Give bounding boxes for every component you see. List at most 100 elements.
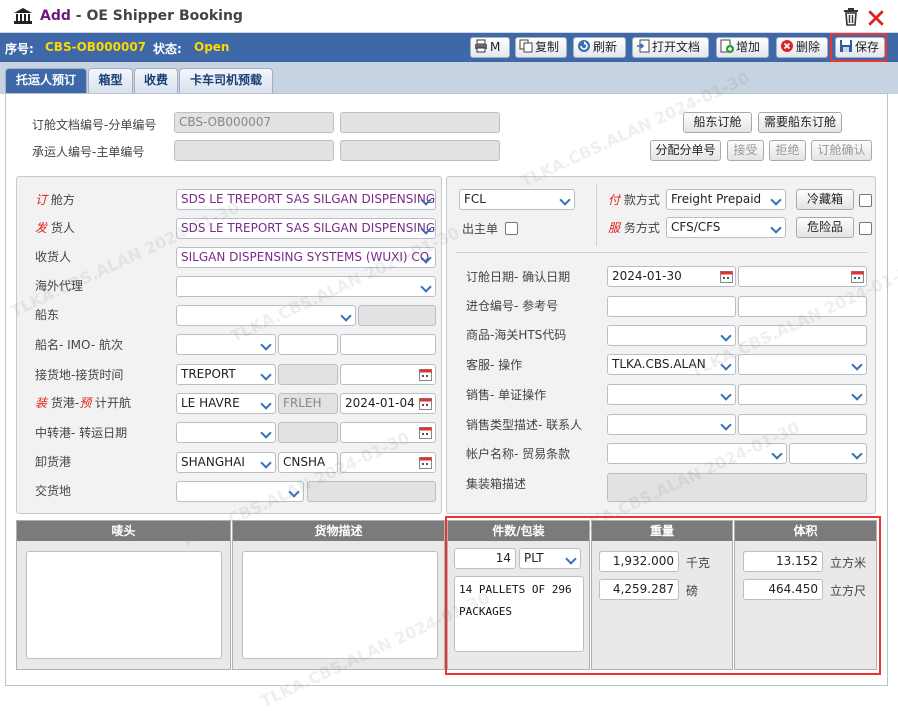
load-port-code-field[interactable]: FRLEH xyxy=(278,393,338,414)
transit-code-field[interactable] xyxy=(278,422,338,443)
calendar-icon[interactable] xyxy=(851,270,864,283)
sales-select[interactable] xyxy=(607,384,736,405)
booker-select[interactable]: SDS LE TREPORT SAS SILGAN DISPENSING xyxy=(176,189,436,210)
contact-field[interactable] xyxy=(738,414,867,435)
printer-icon xyxy=(475,39,487,53)
confirm-date-field[interactable] xyxy=(738,266,867,287)
commodity-label: 商品-海关HTS代码 xyxy=(466,328,567,342)
trash-icon[interactable] xyxy=(842,8,860,26)
overseas-agent-label: 海外代理 xyxy=(35,279,84,293)
divider xyxy=(456,252,868,253)
doc-operator-select[interactable] xyxy=(738,384,867,405)
load-port-label: 装 货港-预 计开航 xyxy=(35,396,132,410)
shipper-select[interactable]: SDS LE TREPORT SAS SILGAN DISPENSING xyxy=(176,218,436,239)
service-select[interactable]: CFS/CFS xyxy=(666,217,786,238)
delivery-select[interactable] xyxy=(176,481,304,502)
goods-textarea[interactable] xyxy=(242,551,438,659)
master-bill-label: 出主单 xyxy=(462,222,499,236)
booking-confirm-button[interactable]: 订舱确认 xyxy=(811,140,872,161)
seq-label: 序号: xyxy=(5,42,34,56)
seq-value: CBS-OB000007 xyxy=(45,40,147,54)
calendar-icon[interactable] xyxy=(419,456,432,469)
operator-select[interactable] xyxy=(738,354,867,375)
save-highlight xyxy=(830,33,887,62)
assign-sub-no-button[interactable]: 分配分单号 xyxy=(650,140,721,161)
dangerous-goods-checkbox[interactable] xyxy=(859,222,872,235)
master-bill-checkbox[interactable] xyxy=(505,222,518,235)
delivery-code-field[interactable] xyxy=(307,481,436,502)
marks-header: 唛头 xyxy=(17,521,230,541)
booking-no-field[interactable]: CBS-OB000007 xyxy=(174,112,334,133)
bank-icon xyxy=(14,8,32,24)
calendar-icon[interactable] xyxy=(720,270,733,283)
overseas-agent-select[interactable] xyxy=(176,276,436,297)
divider xyxy=(596,184,597,246)
shipper-label: 发 货人 xyxy=(35,221,75,235)
need-carrier-booking-button[interactable]: 需要船东订舱 xyxy=(758,112,842,133)
consignee-label: 收货人 xyxy=(35,250,72,264)
sub-no-field[interactable] xyxy=(340,112,500,133)
reference-field[interactable] xyxy=(738,296,867,317)
dangerous-goods-button[interactable]: 危险品 xyxy=(796,217,854,238)
tab-charges[interactable]: 收费 xyxy=(134,68,178,93)
sales-type-select[interactable] xyxy=(607,414,736,435)
master-no-field[interactable] xyxy=(340,140,500,161)
marks-textarea[interactable] xyxy=(26,551,222,659)
carrier-no-field[interactable] xyxy=(174,140,334,161)
tab-container-type[interactable]: 箱型 xyxy=(88,68,133,93)
calendar-icon[interactable] xyxy=(419,426,432,439)
receipt-code-field[interactable] xyxy=(278,364,338,385)
reject-button[interactable]: 拒绝 xyxy=(769,140,806,161)
add-button[interactable]: 增加 xyxy=(716,37,769,58)
booking-no-label: 订舱文档编号-分单编号 xyxy=(32,118,157,132)
tab-truck-preload[interactable]: 卡车司机预载 xyxy=(179,68,273,93)
goods-header: 货物描述 xyxy=(233,521,444,541)
carrier-booking-button[interactable]: 船东订舱 xyxy=(683,112,752,133)
copy-button[interactable]: 复制 xyxy=(515,37,567,58)
open-document-button[interactable]: 打开文档 xyxy=(632,37,709,58)
reefer-checkbox[interactable] xyxy=(859,194,872,207)
calendar-icon[interactable] xyxy=(419,397,432,410)
booking-date-field[interactable]: 2024-01-30 xyxy=(607,266,736,287)
load-port-select[interactable]: LE HAVRE xyxy=(176,393,276,414)
carrier-no-label: 承运人编号-主单编号 xyxy=(32,145,145,159)
calendar-icon[interactable] xyxy=(419,368,432,381)
carrier-select[interactable] xyxy=(176,305,356,326)
close-icon[interactable] xyxy=(867,9,885,27)
accept-button[interactable]: 接受 xyxy=(727,140,764,161)
refresh-icon xyxy=(578,40,590,52)
container-desc-label: 集装箱描述 xyxy=(466,477,527,491)
sales-label: 销售- 单证操作 xyxy=(466,388,547,402)
customer-service-select[interactable]: TLKA.CBS.ALAN xyxy=(607,354,736,375)
imo-field[interactable] xyxy=(278,334,338,355)
delete-button[interactable]: 删除 xyxy=(776,37,828,58)
print-button[interactable]: M xyxy=(470,37,510,58)
commodity-select[interactable] xyxy=(607,325,736,346)
marks-panel: 唛头 xyxy=(16,520,231,670)
transit-port-select[interactable] xyxy=(176,422,276,443)
booking-date-label: 订舱日期- 确认日期 xyxy=(466,270,571,284)
booker-label: 订 舱方 xyxy=(35,193,75,207)
vessel-select[interactable] xyxy=(176,334,276,355)
sales-type-label: 销售类型描述- 联系人 xyxy=(466,418,583,432)
payment-select[interactable]: Freight Prepaid xyxy=(666,189,786,210)
account-select[interactable] xyxy=(607,443,787,464)
consignee-select[interactable]: SILGAN DISPENSING SYSTEMS (WUXI) CO xyxy=(176,247,436,268)
refresh-button[interactable]: 刷新 xyxy=(573,37,626,58)
carrier-label: 船东 xyxy=(35,308,60,322)
carrier-code-field[interactable] xyxy=(358,305,436,326)
warehouse-no-field[interactable] xyxy=(607,296,736,317)
voyage-field[interactable] xyxy=(340,334,436,355)
receipt-select[interactable]: TREPORT xyxy=(176,364,276,385)
discharge-label: 卸货港 xyxy=(35,455,72,469)
load-type-select[interactable]: FCL xyxy=(459,189,575,210)
hts-code-field[interactable] xyxy=(738,325,867,346)
discharge-code-field[interactable]: CNSHA xyxy=(278,452,338,473)
copy-icon xyxy=(519,39,533,53)
reefer-button[interactable]: 冷藏箱 xyxy=(796,189,854,210)
container-desc-field[interactable] xyxy=(607,473,867,502)
trade-terms-select[interactable] xyxy=(789,443,867,464)
warehouse-ref-label: 进仓编号- 参考号 xyxy=(466,299,559,313)
discharge-port-select[interactable]: SHANGHAI xyxy=(176,452,276,473)
tab-shipper-booking[interactable]: 托运人预订 xyxy=(5,68,87,94)
